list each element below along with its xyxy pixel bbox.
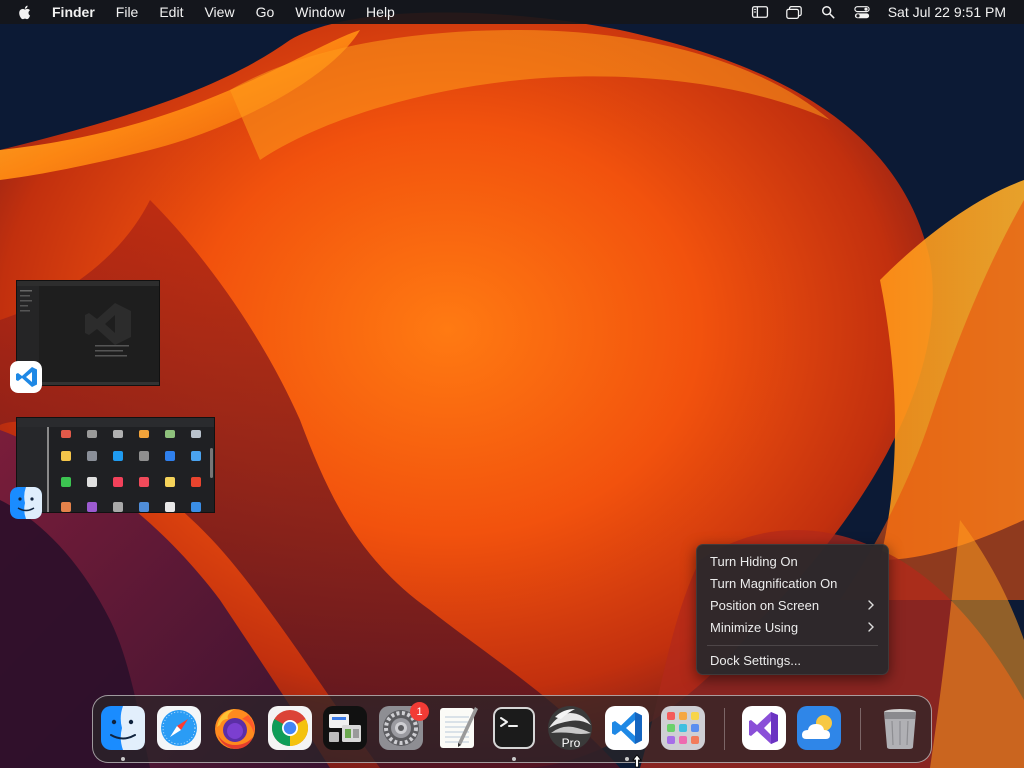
dock-item-vscode[interactable]: [604, 705, 650, 751]
window-overview-icon[interactable]: [784, 4, 804, 20]
trash-icon: [884, 709, 916, 749]
menu-separator: [707, 645, 878, 646]
dock-divider: [724, 708, 725, 750]
dock-item-firefox[interactable]: [212, 705, 258, 751]
menubar-clock[interactable]: Sat Jul 22 9:51 PM: [888, 4, 1006, 20]
sidebar-icon[interactable]: [750, 4, 770, 20]
menu-go[interactable]: Go: [256, 4, 275, 20]
chevron-right-icon: [868, 600, 874, 610]
terminal-icon: [493, 707, 535, 749]
safari-icon: [157, 706, 201, 750]
search-icon[interactable]: [818, 4, 838, 20]
dock-item-trash[interactable]: [877, 705, 923, 751]
chrome-icon: [268, 706, 312, 750]
menu-file[interactable]: File: [116, 4, 139, 20]
dock-item-screen-utility[interactable]: [322, 705, 368, 751]
dock-item-visual-studio[interactable]: [741, 705, 787, 751]
menu-view[interactable]: View: [204, 4, 234, 20]
menu-item-turn-hiding-on[interactable]: Turn Hiding On: [697, 550, 888, 572]
desktop[interactable]: Finder File Edit View Go Window Help Sat…: [0, 0, 1024, 768]
running-indicator: [121, 757, 125, 761]
weather-icon: [797, 706, 841, 750]
pro-app-label: Pro: [561, 736, 581, 750]
chevron-right-icon: [868, 622, 874, 632]
menu-item-dock-settings[interactable]: Dock Settings...: [697, 649, 888, 671]
dock-item-chrome[interactable]: [267, 705, 313, 751]
running-indicator: [625, 757, 629, 761]
cursor-icon: [632, 754, 642, 768]
menu-item-label: Turn Hiding On: [710, 553, 798, 569]
menu-app-name[interactable]: Finder: [52, 4, 95, 20]
finder-window-preview: [17, 418, 214, 512]
dock-item-launchpad[interactable]: [660, 705, 706, 751]
menu-edit[interactable]: Edit: [159, 4, 183, 20]
textedit-icon: [440, 707, 478, 748]
control-center-icon[interactable]: [852, 4, 872, 20]
dock-item-textedit[interactable]: [435, 705, 481, 751]
menu-item-position-on-screen[interactable]: Position on Screen: [697, 594, 888, 616]
apple-logo-icon[interactable]: [18, 3, 34, 21]
menu-item-label: Minimize Using: [710, 619, 799, 635]
visual-studio-icon: [742, 706, 786, 750]
running-indicator: [512, 757, 516, 761]
finder-icon: [10, 487, 42, 519]
dock-context-menu: Turn Hiding On Turn Magnification On Pos…: [696, 544, 889, 675]
dock-divider: [860, 708, 861, 750]
menu-help[interactable]: Help: [366, 4, 395, 20]
firefox-icon: [215, 709, 255, 749]
vscode-icon: [605, 706, 649, 750]
menu-item-label: Position on Screen: [710, 597, 820, 613]
finder-window-thumbnail[interactable]: [16, 417, 215, 513]
dock-item-weather[interactable]: [796, 705, 842, 751]
notification-badge: 1: [410, 702, 429, 721]
dock: [92, 695, 932, 763]
menu-item-minimize-using[interactable]: Minimize Using: [697, 616, 888, 638]
dock-item-terminal[interactable]: [491, 705, 537, 751]
vscode-icon: [10, 361, 42, 393]
menu-item-turn-magnification-on[interactable]: Turn Magnification On: [697, 572, 888, 594]
menu-bar: Finder File Edit View Go Window Help Sat…: [0, 0, 1024, 24]
menu-item-label: Dock Settings...: [710, 652, 802, 668]
finder-icon: [101, 706, 145, 750]
menu-item-label: Turn Magnification On: [710, 575, 838, 591]
screen-utility-icon: [323, 706, 367, 750]
launchpad-icon: [661, 706, 705, 750]
menu-window[interactable]: Window: [295, 4, 345, 20]
dock-item-safari[interactable]: [156, 705, 202, 751]
dock-item-finder[interactable]: [100, 705, 146, 751]
